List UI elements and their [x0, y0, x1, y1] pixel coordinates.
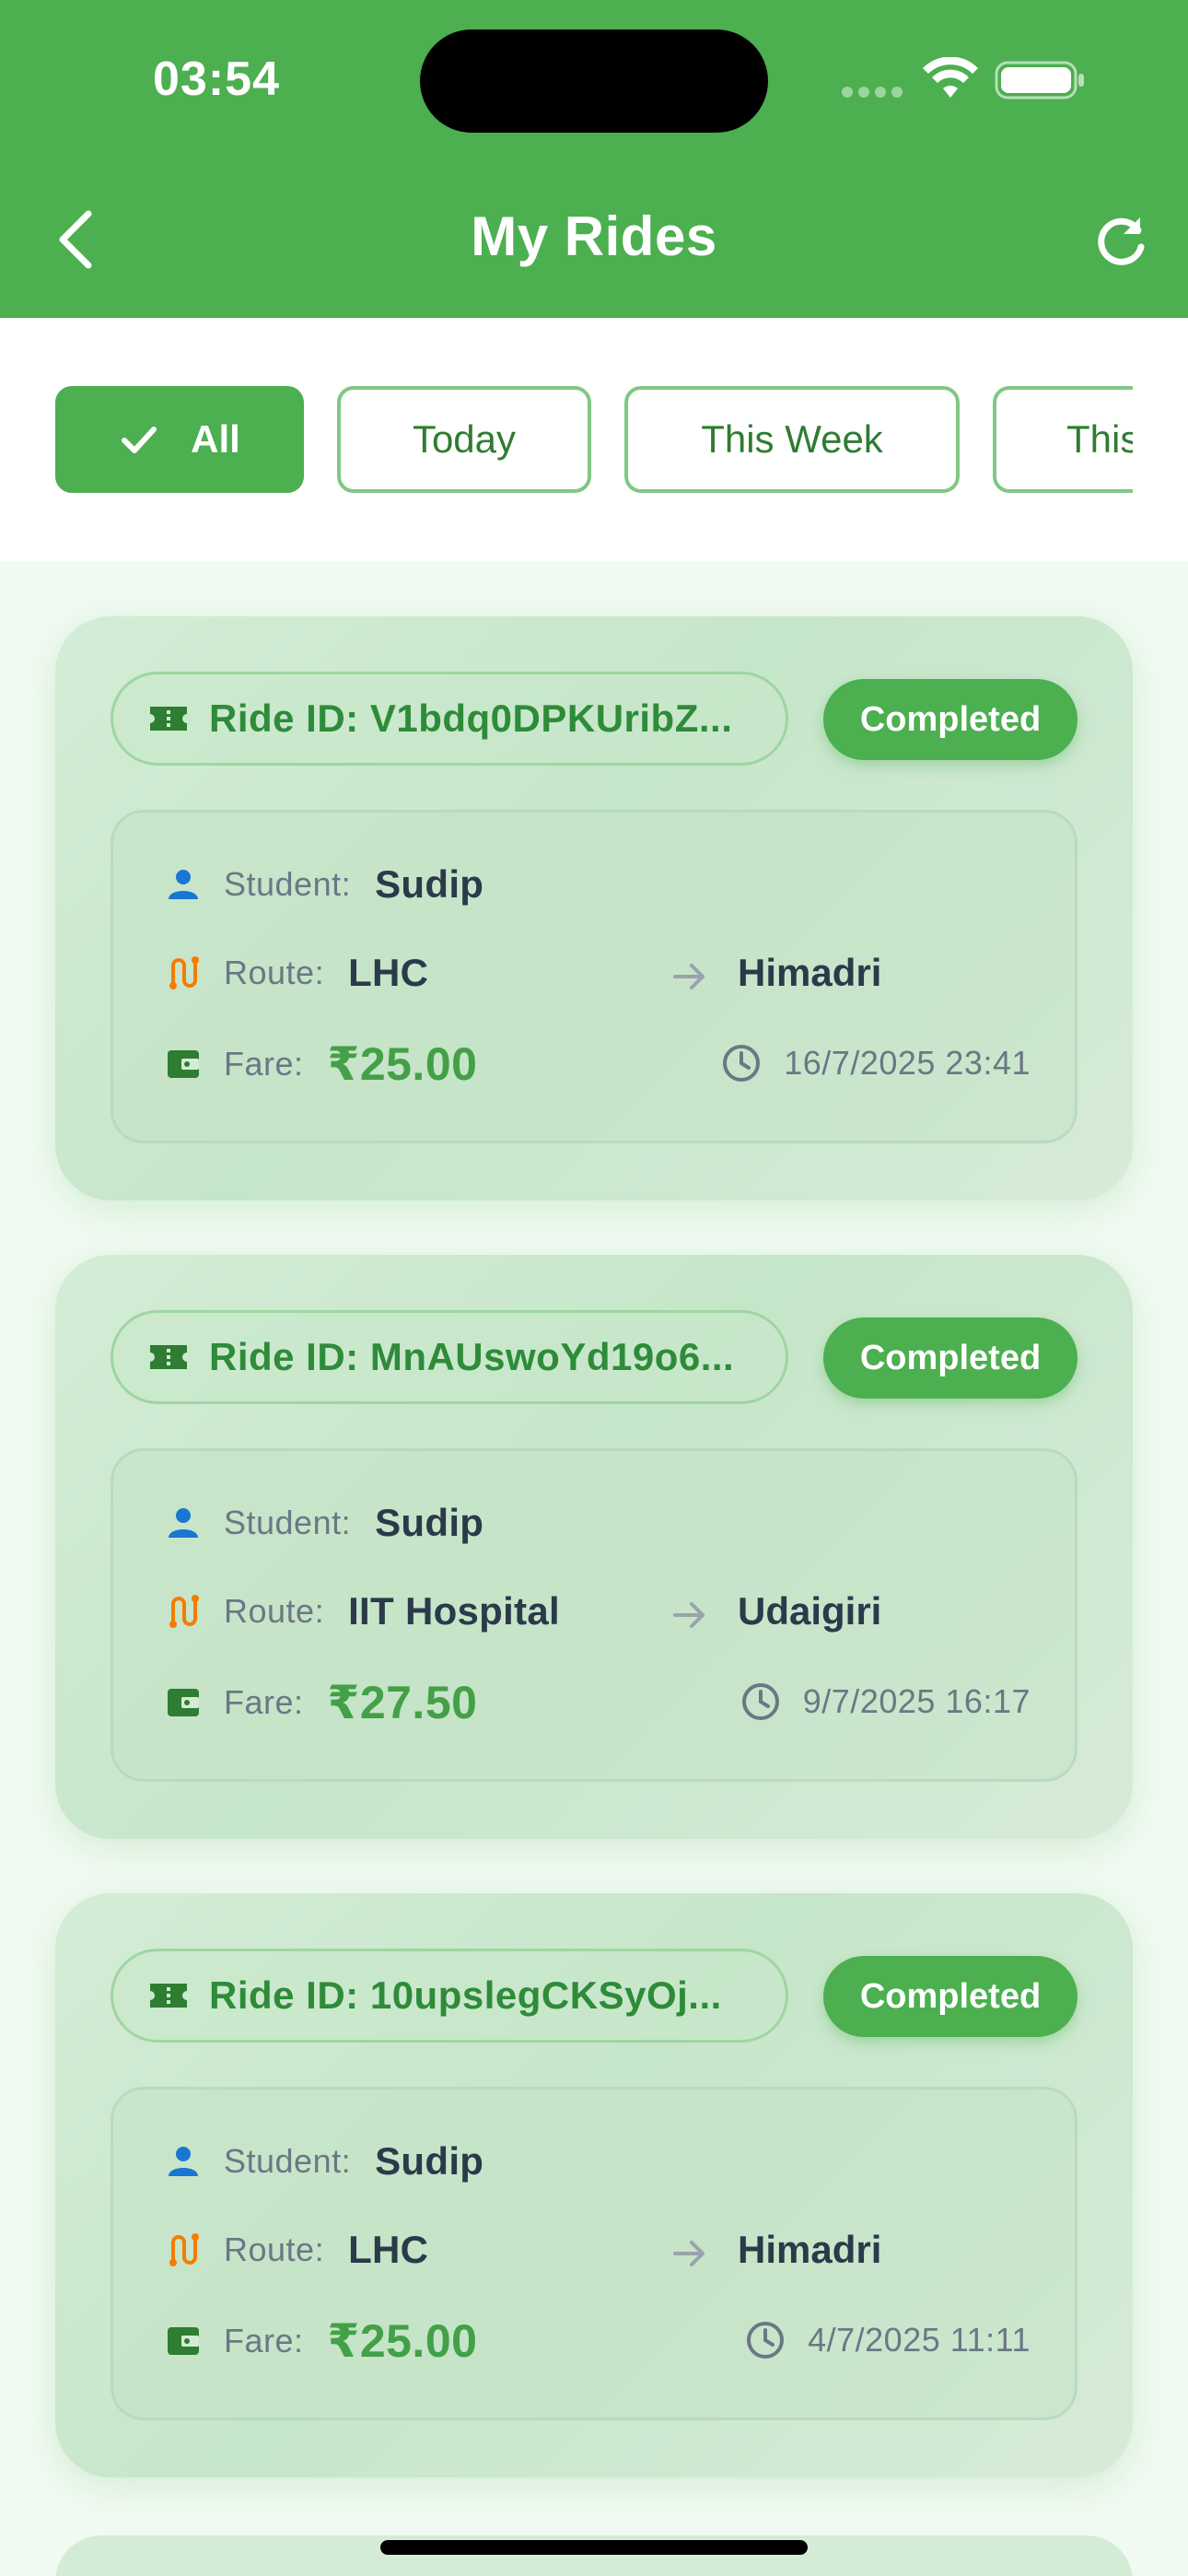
ticket-icon	[150, 1984, 187, 2008]
ride-id-pill: Ride ID: V1bdq0DPKUribZ...	[111, 672, 788, 766]
arrow-right-icon	[673, 964, 705, 989]
filter-chip-all[interactable]: All	[55, 386, 304, 493]
route-icon	[169, 1595, 199, 1628]
student-label: Student:	[224, 865, 352, 903]
clock-icon	[747, 2322, 785, 2359]
battery-icon	[995, 61, 1084, 100]
ride-id-pill: Ride ID: 10upslegCKSyOj...	[111, 1949, 788, 2043]
person-icon	[169, 2147, 198, 2176]
route-to: Udaigiri	[738, 1589, 882, 1633]
ride-id: Ride ID: MnAUswoYd19o6...	[209, 1335, 735, 1378]
ride-datetime: 9/7/2025 16:17	[802, 1682, 1031, 1720]
clock-icon	[723, 1045, 761, 1082]
ticket-icon	[150, 1345, 187, 1369]
refresh-icon[interactable]	[1092, 214, 1149, 271]
filter-chip-label: All	[191, 417, 240, 461]
ride-id: Ride ID: 10upslegCKSyOj...	[209, 1973, 722, 2017]
page-title: My Rides	[471, 205, 717, 267]
ride-details: Student: Sudip Route: LHC Himadri Fare: …	[111, 2087, 1077, 2420]
ride-id-pill: Ride ID: MnAUswoYd19o6...	[111, 1310, 788, 1404]
status-badge: Completed	[823, 1956, 1077, 2037]
ride-details: Student: Sudip Route: LHC Himadri Fare: …	[111, 810, 1077, 1143]
fare-label: Fare:	[224, 1045, 304, 1083]
ride-card[interactable]: Ride ID: V1bdq0DPKUribZ... Completed Stu…	[55, 616, 1133, 1200]
student-name: Sudip	[375, 1501, 484, 1544]
route-from: IIT Hospital	[348, 1589, 561, 1633]
ride-card[interactable]: Ride ID: 10upslegCKSyOj... Completed Stu…	[55, 1893, 1133, 2477]
filter-chip-scroller[interactable]: All Today This Week This Month	[55, 386, 1133, 497]
filter-bar: All Today This Week This Month	[0, 318, 1188, 561]
student-label: Student:	[224, 2142, 352, 2180]
filter-chip-label: This Month	[1066, 417, 1133, 461]
ride-card[interactable]: Ride ID: MnAUswoYd19o6... Completed Stud…	[55, 1255, 1133, 1839]
ride-datetime: 16/7/2025 23:41	[784, 1044, 1031, 1082]
fare-label: Fare:	[224, 1683, 304, 1721]
route-to: Himadri	[738, 2228, 882, 2271]
filter-chip-label: Today	[412, 417, 517, 461]
student-name: Sudip	[375, 862, 484, 906]
dynamic-island	[420, 29, 768, 133]
ride-datetime: 4/7/2025 11:11	[808, 2321, 1031, 2359]
student-name: Sudip	[375, 2139, 484, 2183]
filter-chip-this-week[interactable]: This Week	[624, 386, 960, 493]
person-icon	[169, 870, 198, 899]
arrow-right-icon	[673, 1602, 705, 1628]
app-header: 03:54 My Rides	[0, 0, 1188, 318]
arrow-right-icon	[673, 2241, 705, 2266]
status-badge: Completed	[823, 679, 1077, 760]
route-label: Route:	[224, 954, 325, 991]
wallet-icon	[168, 1050, 199, 1078]
fare-amount: ₹25.00	[327, 2315, 478, 2367]
filter-chip-label: This Week	[701, 417, 883, 461]
clock-icon	[741, 1683, 779, 1720]
student-label: Student:	[224, 1504, 352, 1541]
wallet-icon	[168, 1689, 199, 1716]
fare-amount: ₹27.50	[327, 1677, 478, 1728]
route-icon	[169, 956, 199, 989]
signal-icon	[842, 87, 903, 98]
route-label: Route:	[224, 1592, 325, 1630]
wallet-icon	[168, 2327, 199, 2355]
person-icon	[169, 1508, 198, 1538]
route-from: LHC	[348, 2228, 429, 2271]
status-time: 03:54	[153, 53, 280, 106]
ticket-icon	[150, 707, 187, 731]
fare-amount: ₹25.00	[327, 1038, 478, 1090]
route-from: LHC	[348, 951, 429, 994]
route-icon	[169, 2233, 199, 2266]
check-icon	[122, 427, 157, 453]
route-to: Himadri	[738, 951, 882, 994]
ride-details: Student: Sudip Route: IIT Hospital Udaig…	[111, 1448, 1077, 1782]
filter-chip-this-month[interactable]: This Month	[993, 386, 1133, 493]
route-label: Route:	[224, 2231, 325, 2268]
ride-id: Ride ID: V1bdq0DPKUribZ...	[209, 697, 733, 740]
filter-chip-today[interactable]: Today	[337, 386, 591, 493]
home-indicator[interactable]	[380, 2540, 808, 2555]
fare-label: Fare:	[224, 2322, 304, 2359]
wifi-icon	[923, 57, 978, 98]
status-badge: Completed	[823, 1317, 1077, 1399]
